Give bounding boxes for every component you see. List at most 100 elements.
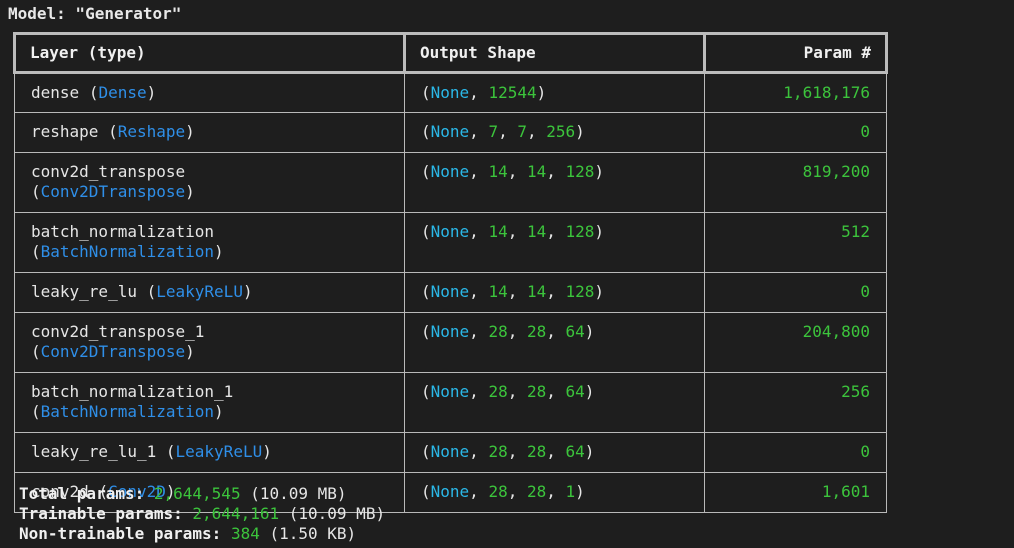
shape-dim: 14 xyxy=(526,282,547,301)
param-count: 0 xyxy=(704,112,887,153)
shape-dim: 28 xyxy=(488,322,508,341)
shape-dim: 28 xyxy=(526,482,547,501)
shape-dim: 128 xyxy=(565,162,595,181)
param-count: 512 xyxy=(704,212,887,273)
layer-type: BatchNormalization xyxy=(40,242,215,261)
trainable-params-size: (10.09 MB) xyxy=(288,504,386,523)
param-count: 256 xyxy=(704,372,887,433)
table-header-row: Layer (type) Output Shape Param # xyxy=(13,32,888,74)
shape-none: None xyxy=(430,122,470,141)
layer-cell: batch_normalization_1 (BatchNormalizatio… xyxy=(14,372,405,433)
layer-name: conv2d_transpose xyxy=(31,162,186,181)
header-param-count: Param # xyxy=(703,32,888,74)
table-row: leaky_re_lu_1 (LeakyReLU) (None, 28, 28, … xyxy=(14,432,887,473)
output-shape-cell: (None, 14, 14, 128) xyxy=(404,272,705,313)
non-trainable-params-label: Non-trainable params: xyxy=(19,524,222,543)
shape-none: None xyxy=(430,482,470,501)
layer-name: dense xyxy=(31,83,80,102)
layer-cell: conv2d_transpose_1 (Conv2DTranspose) xyxy=(14,312,405,373)
shape-dim: 128 xyxy=(565,282,595,301)
layer-name: leaky_re_lu_1 xyxy=(31,442,157,461)
shape-none: None xyxy=(430,282,470,301)
param-count: 1,618,176 xyxy=(704,72,887,113)
layer-name: reshape xyxy=(31,122,99,141)
table-row: conv2d_transpose (Conv2DTranspose) (None,… xyxy=(14,152,887,213)
shape-dim: 28 xyxy=(526,322,547,341)
total-params-value: 2,644,545 xyxy=(153,484,241,503)
shape-dim: 128 xyxy=(565,222,595,241)
shape-none: None xyxy=(430,162,470,181)
param-count: 819,200 xyxy=(704,152,887,213)
shape-dim: 64 xyxy=(565,442,585,461)
layer-cell: reshape (Reshape) xyxy=(14,112,405,153)
total-params-size: (10.09 MB) xyxy=(250,484,347,503)
shape-dim: 28 xyxy=(488,482,508,501)
layer-name: conv2d_transpose_1 xyxy=(31,322,205,341)
header-output-shape: Output Shape xyxy=(403,32,706,74)
non-trainable-params-line: Non-trainable params: 384 (1.50 KB) xyxy=(19,524,385,544)
non-trainable-params-value: 384 xyxy=(230,524,260,543)
output-shape-cell: (None, 28, 28, 64) xyxy=(404,432,705,473)
layer-name: batch_normalization xyxy=(31,222,215,241)
table-row: batch_normalization_1 (BatchNormalizatio… xyxy=(14,372,887,433)
layer-name: leaky_re_lu xyxy=(31,282,137,301)
param-summary: Total params: 2,644,545 (10.09 MB) Train… xyxy=(19,484,385,544)
layer-cell: leaky_re_lu (LeakyReLU) xyxy=(14,272,405,313)
shape-dim: 28 xyxy=(488,442,508,461)
output-shape-cell: (None, 7, 7, 256) xyxy=(404,112,705,153)
table-row: reshape (Reshape) (None, 7, 7, 256) 0 xyxy=(14,112,887,153)
model-title: Model: "Generator" xyxy=(8,4,182,23)
param-count: 204,800 xyxy=(704,312,887,373)
header-layer-type: Layer (type) xyxy=(13,32,406,74)
table-row: leaky_re_lu (LeakyReLU) (None, 14, 14, 12… xyxy=(14,272,887,313)
total-params-line: Total params: 2,644,545 (10.09 MB) xyxy=(19,484,385,504)
shape-dim: 7 xyxy=(517,122,527,141)
shape-dim: 28 xyxy=(526,382,547,401)
shape-dim: 14 xyxy=(526,222,547,241)
output-shape-cell: (None, 28, 28, 64) xyxy=(404,372,705,433)
table-row: conv2d_transpose_1 (Conv2DTranspose) (Non… xyxy=(14,312,887,373)
non-trainable-params-size: (1.50 KB) xyxy=(269,524,357,543)
shape-dim: 14 xyxy=(488,282,508,301)
layer-name: batch_normalization_1 xyxy=(31,382,234,401)
table-row: dense (Dense) (None, 12544) 1,618,176 xyxy=(14,72,887,113)
layer-cell: leaky_re_lu_1 (LeakyReLU) xyxy=(14,432,405,473)
layer-cell: conv2d_transpose (Conv2DTranspose) xyxy=(14,152,405,213)
shape-dim: 28 xyxy=(526,442,547,461)
trainable-params-label: Trainable params: xyxy=(19,504,183,523)
trainable-params-value: 2,644,161 xyxy=(192,504,280,523)
param-count: 1,601 xyxy=(704,472,887,513)
layer-type: LeakyReLU xyxy=(175,442,263,461)
shape-dim: 14 xyxy=(526,162,547,181)
output-shape-cell: (None, 14, 14, 128) xyxy=(404,152,705,213)
shape-none: None xyxy=(430,442,470,461)
shape-dim: 28 xyxy=(488,382,508,401)
trainable-params-line: Trainable params: 2,644,161 (10.09 MB) xyxy=(19,504,385,524)
output-shape-cell: (None, 12544) xyxy=(404,72,705,113)
param-count: 0 xyxy=(704,272,887,313)
output-shape-cell: (None, 28, 28, 1) xyxy=(404,472,705,513)
shape-dim: 64 xyxy=(565,322,585,341)
layer-type: Reshape xyxy=(117,122,186,141)
shape-none: None xyxy=(430,322,470,341)
shape-dim: 64 xyxy=(565,382,585,401)
layer-cell: dense (Dense) xyxy=(14,72,405,113)
shape-dim: 7 xyxy=(488,122,499,141)
layer-cell: batch_normalization (BatchNormalization) xyxy=(14,212,405,273)
shape-dim: 256 xyxy=(546,122,576,141)
shape-dim: 1 xyxy=(565,482,576,501)
shape-dim: 14 xyxy=(488,222,508,241)
shape-none: None xyxy=(430,382,470,401)
layer-type: LeakyReLU xyxy=(156,282,243,301)
output-shape-cell: (None, 28, 28, 64) xyxy=(404,312,705,373)
total-params-label: Total params: xyxy=(19,484,145,503)
layer-type: BatchNormalization xyxy=(40,402,215,421)
output-shape-cell: (None, 14, 14, 128) xyxy=(404,212,705,273)
param-count: 0 xyxy=(704,432,887,473)
layer-type: Conv2DTranspose xyxy=(40,342,186,361)
shape-none: None xyxy=(430,222,470,241)
table-row: batch_normalization (BatchNormalization)… xyxy=(14,212,887,273)
layer-type: Dense xyxy=(98,83,147,102)
shape-dim: 12544 xyxy=(488,83,537,102)
shape-none: None xyxy=(430,83,470,102)
